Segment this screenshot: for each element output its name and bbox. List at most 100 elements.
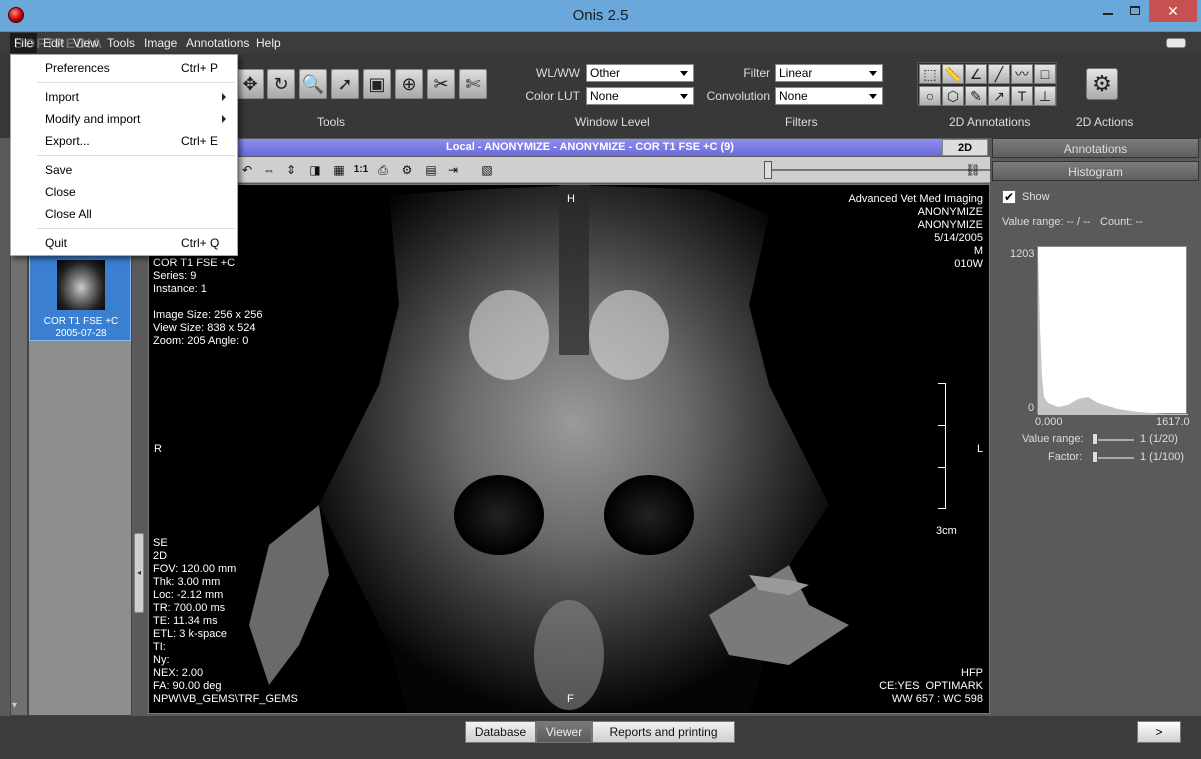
- polygon-button[interactable]: ⬡: [942, 86, 964, 106]
- flip-horizontal-icon[interactable]: ⇔: [260, 160, 278, 180]
- rectangle-button[interactable]: □: [1034, 64, 1056, 84]
- menu-item-close-all[interactable]: Close All: [45, 207, 92, 221]
- minimize-button[interactable]: [1095, 0, 1121, 22]
- value-range-value: 1 (1/20): [1140, 433, 1178, 445]
- viewer-toolbar: ↶ ⇔ ⇕ ◨ ▦ 1:1 ⎙ ⚙ ▤ ⇥ ▧ ⛓: [148, 157, 1098, 183]
- text-button[interactable]: T: [1011, 86, 1033, 106]
- histogram-panel-header[interactable]: Histogram: [992, 161, 1199, 181]
- image-viewport[interactable]: H F R L COR T1 FSE +C Series: 9 Instance…: [148, 184, 990, 714]
- freehand-button[interactable]: ✎: [965, 86, 987, 106]
- colorlut-label: Color LUT: [525, 89, 580, 103]
- rect-select-button[interactable]: ⬚: [919, 64, 941, 84]
- menu-item-preferences[interactable]: Preferences: [45, 61, 110, 75]
- value-range-slider[interactable]: [1094, 439, 1134, 441]
- thumbnail-series-label: COR T1 FSE +C: [43, 316, 119, 327]
- overlay-toggle-icon[interactable]: ▤: [422, 160, 440, 180]
- annotations-panel-header[interactable]: Annotations: [992, 138, 1199, 158]
- orientation-bottom: F: [567, 693, 574, 705]
- polyline-button[interactable]: 〰: [1011, 64, 1033, 84]
- histogram-chart: [1037, 246, 1188, 415]
- tab-reports-printing[interactable]: Reports and printing: [592, 721, 735, 743]
- minimize-icon: [1103, 13, 1113, 15]
- menu-item-close[interactable]: Close: [45, 185, 76, 199]
- anatomy-left-cavity: [469, 290, 549, 380]
- shortcut-export: Ctrl+ E: [181, 134, 219, 148]
- app-window: Onis 2.5 ✕ File Edit View Tools Image An…: [0, 0, 1201, 759]
- cut-tool-button[interactable]: ✂: [427, 69, 455, 99]
- menu-item-export[interactable]: Export...: [45, 134, 90, 148]
- overlay-bottom-left: SE 2D FOV: 120.00 mm Thk: 3.00 mm Loc: -…: [153, 537, 298, 705]
- scale-tick: [938, 383, 946, 384]
- pan-tool-button[interactable]: ✥: [236, 69, 264, 99]
- crosshair-tool-button[interactable]: ⊕: [395, 69, 423, 99]
- close-button[interactable]: ✕: [1149, 0, 1197, 22]
- factor-slider-thumb[interactable]: [1092, 451, 1098, 463]
- menu-item-save[interactable]: Save: [45, 163, 72, 177]
- menu-item-modify-import[interactable]: Modify and import: [45, 112, 140, 126]
- scale-tick: [938, 467, 946, 468]
- pencil-icon: ✎: [970, 88, 982, 104]
- menu-item-import[interactable]: Import: [45, 90, 79, 104]
- link-icon[interactable]: ⛓: [964, 160, 982, 180]
- zoom-tool-button[interactable]: 🔍: [299, 69, 327, 99]
- histogram-ymax: 1203: [1010, 248, 1035, 260]
- tab-2d[interactable]: 2D: [942, 139, 988, 156]
- window-tool-button[interactable]: ▣: [363, 69, 391, 99]
- ruler-button[interactable]: 📏: [942, 64, 964, 84]
- line-button[interactable]: ╱: [988, 64, 1010, 84]
- orientation-left: R: [154, 443, 162, 455]
- arrow-button[interactable]: ↗: [988, 86, 1010, 106]
- scroll-down-icon[interactable]: ▾: [12, 700, 17, 711]
- menu-tools[interactable]: Tools: [107, 36, 135, 50]
- filter-select[interactable]: Linear: [775, 64, 883, 82]
- watermark: SOFTPEDIA: [14, 35, 104, 51]
- menu-annotations[interactable]: Annotations: [186, 36, 249, 50]
- scale-tick: [938, 508, 946, 509]
- next-button[interactable]: >: [1137, 721, 1181, 743]
- section-filters: Filters: [785, 115, 818, 129]
- print-icon[interactable]: ⎙: [374, 160, 392, 180]
- collapse-panel-handle[interactable]: ◂: [134, 533, 144, 613]
- invert-icon[interactable]: ◨: [306, 160, 324, 180]
- rotate-icon: ↻: [273, 74, 289, 94]
- export-icon[interactable]: ⇥: [444, 160, 462, 180]
- show-histogram-checkbox[interactable]: ✔: [1002, 190, 1016, 204]
- tab-database[interactable]: Database: [465, 721, 536, 743]
- rotate-tool-button[interactable]: ↻: [267, 69, 295, 99]
- move-icon: ✥: [242, 74, 258, 94]
- count-info: Count: --: [1100, 216, 1143, 228]
- slice-slider-thumb[interactable]: [764, 161, 772, 179]
- scale-one-to-one-button[interactable]: 1:1: [352, 160, 370, 180]
- cobb-angle-button[interactable]: ⊥: [1034, 86, 1056, 106]
- wlww-label: WL/WW: [536, 66, 580, 80]
- angle-button[interactable]: ∠: [965, 64, 987, 84]
- annotations-toggle-icon[interactable]: ▧: [478, 160, 496, 180]
- series-thumbnail[interactable]: COR T1 FSE +C 2005-07-28: [29, 251, 131, 341]
- factor-slider[interactable]: [1094, 457, 1134, 459]
- menu-help[interactable]: Help: [256, 36, 281, 50]
- gear-icon[interactable]: ⚙: [398, 160, 416, 180]
- tab-viewer[interactable]: Viewer: [536, 721, 592, 743]
- one-to-one-icon[interactable]: ▦: [330, 160, 348, 180]
- menu-separator: [37, 228, 235, 229]
- flip-vertical-icon[interactable]: ⇕: [282, 160, 300, 180]
- colorlut-select[interactable]: None: [586, 87, 694, 105]
- wlww-select[interactable]: Other: [586, 64, 694, 82]
- rotate-left-icon[interactable]: ↶: [238, 160, 256, 180]
- select-tool-button[interactable]: ➚: [331, 69, 359, 99]
- ellipse-button[interactable]: ○: [919, 86, 941, 106]
- cut-copy-tool-button[interactable]: ✄: [459, 69, 487, 99]
- convolution-select[interactable]: None: [775, 87, 883, 105]
- anatomy-right-dark-region: [604, 475, 694, 555]
- anatomy-midline: [559, 185, 589, 355]
- histogram-plot: [1038, 249, 1188, 415]
- anatomy-left-dark-region: [454, 475, 544, 555]
- maximize-button[interactable]: [1121, 0, 1149, 22]
- menubar-toggle-button[interactable]: [1166, 38, 1186, 48]
- menu-image[interactable]: Image: [144, 36, 177, 50]
- actions-settings-button[interactable]: ⚙: [1086, 68, 1118, 100]
- value-range-slider-thumb[interactable]: [1092, 433, 1098, 445]
- menu-item-quit[interactable]: Quit: [45, 236, 67, 250]
- orientation-right: L: [977, 443, 984, 455]
- chevron-down-icon: [869, 94, 877, 99]
